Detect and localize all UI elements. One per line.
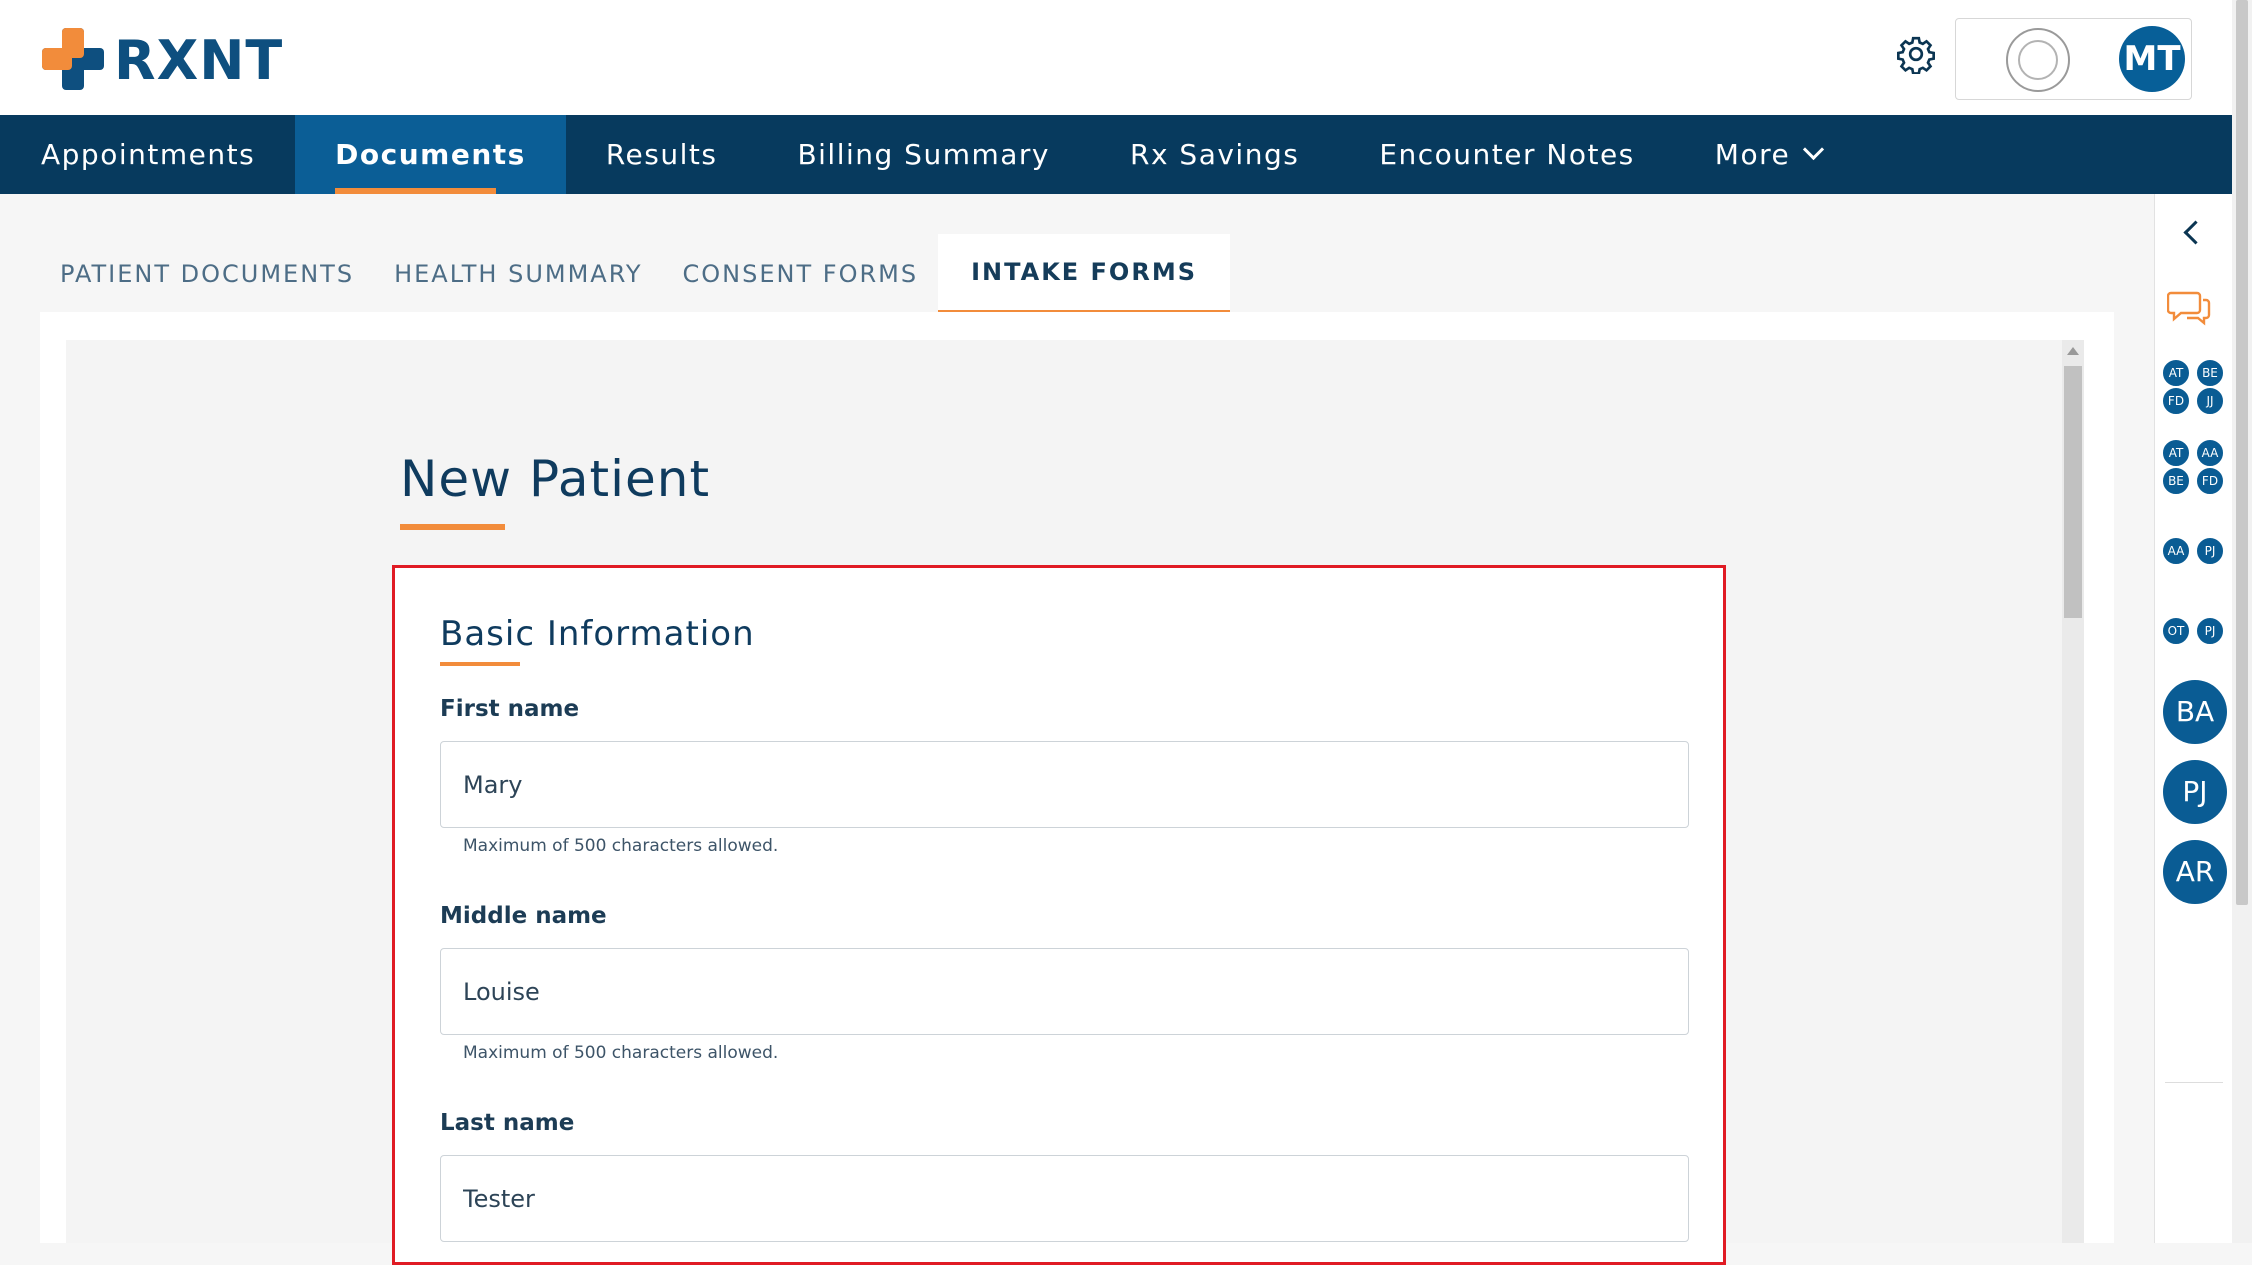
first-name-input[interactable]	[440, 741, 1689, 828]
chevron-left-icon[interactable]	[2183, 220, 2208, 245]
scroll-up-icon[interactable]	[2067, 347, 2079, 355]
brand-name: RXNT	[114, 29, 284, 92]
conversation-group-2[interactable]	[2159, 434, 2229, 504]
user-avatar[interactable]: MT	[2119, 26, 2185, 92]
nav-results[interactable]: Results	[566, 115, 758, 194]
middle-name-hint: Maximum of 500 characters allowed.	[463, 1043, 779, 1063]
first-name-hint: Maximum of 500 characters allowed.	[463, 836, 779, 856]
last-name-label: Last name	[440, 1110, 575, 1136]
gear-icon[interactable]	[1896, 34, 1936, 74]
middle-name-label: Middle name	[440, 903, 607, 929]
nav-billing-summary[interactable]: Billing Summary	[757, 115, 1090, 194]
chat-icon[interactable]	[2167, 290, 2211, 328]
last-name-input[interactable]	[440, 1155, 1689, 1242]
nav-encounter-notes[interactable]: Encounter Notes	[1339, 115, 1674, 194]
conversation-group-1[interactable]	[2159, 354, 2229, 424]
main-nav: Appointments Documents Results Billing S…	[0, 115, 2233, 194]
logo-cross-icon	[42, 28, 104, 90]
page-scrollbar-thumb[interactable]	[2236, 0, 2248, 905]
section-underline	[440, 662, 520, 666]
section-title: Basic Information	[440, 614, 755, 654]
form-scrollbar-thumb[interactable]	[2064, 366, 2082, 618]
app-header: RXNT MT	[0, 0, 2232, 115]
tab-consent-forms[interactable]: CONSENT FORMS	[663, 234, 939, 314]
practice-seal-icon	[2006, 28, 2070, 92]
conversation-avatar-ar[interactable]: AR	[2163, 840, 2227, 904]
rxnt-logo[interactable]: RXNT	[42, 28, 282, 92]
right-side-panel: AT BE FD JJ AT AA BE FD AA PJ OT PJ BA P…	[2154, 194, 2233, 1243]
page-title: New Patient	[400, 450, 711, 508]
document-tabs: PATIENT DOCUMENTS HEALTH SUMMARY CONSENT…	[40, 234, 1230, 314]
participant-avatar[interactable]: PJ	[2195, 616, 2225, 646]
tab-patient-documents[interactable]: PATIENT DOCUMENTS	[40, 234, 374, 314]
participant-avatar[interactable]: OT	[2161, 616, 2191, 646]
first-name-label: First name	[440, 696, 580, 722]
nav-appointments[interactable]: Appointments	[1, 115, 295, 194]
participant-avatar[interactable]: PJ	[2195, 536, 2225, 566]
side-divider	[2165, 1082, 2223, 1083]
chevron-down-icon	[1803, 138, 1825, 161]
account-switcher[interactable]: MT	[1955, 18, 2192, 100]
nav-rx-savings[interactable]: Rx Savings	[1090, 115, 1339, 194]
nav-documents[interactable]: Documents	[295, 115, 566, 194]
nav-more[interactable]: More	[1675, 115, 1861, 194]
middle-name-input[interactable]	[440, 948, 1689, 1035]
nav-more-label: More	[1714, 138, 1791, 171]
conversation-avatar-pj[interactable]: PJ	[2163, 760, 2227, 824]
tab-health-summary[interactable]: HEALTH SUMMARY	[374, 234, 662, 314]
title-underline	[400, 524, 505, 530]
tab-intake-forms[interactable]: INTAKE FORMS	[938, 234, 1230, 314]
conversation-avatar-ba[interactable]: BA	[2163, 680, 2227, 744]
participant-avatar[interactable]: AA	[2161, 536, 2191, 566]
